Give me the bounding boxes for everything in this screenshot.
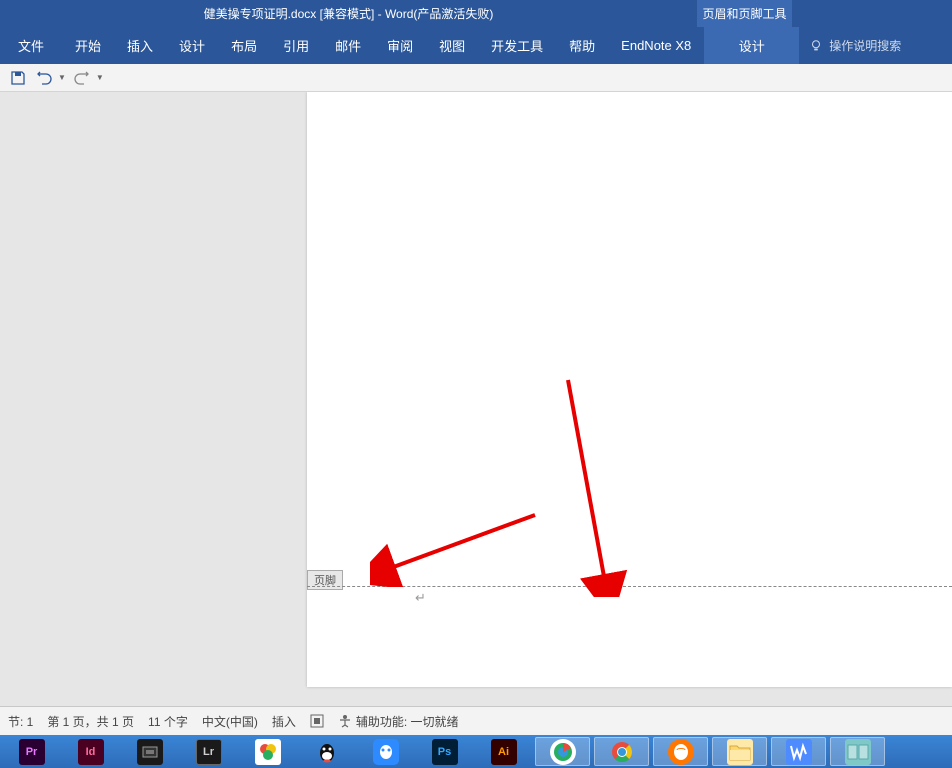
tab-insert[interactable]: 插入 xyxy=(114,27,166,64)
tab-header-footer-design[interactable]: 设计 xyxy=(704,27,799,64)
status-mode[interactable]: 插入 xyxy=(272,713,296,730)
taskbar: Pr Id Lr Ps Ai xyxy=(0,735,952,768)
document-page[interactable]: 页脚 ↵ xyxy=(307,92,952,687)
colorballs-icon xyxy=(255,739,281,765)
taskbar-baidu[interactable] xyxy=(358,737,413,766)
footer-boundary-line xyxy=(307,586,952,587)
chrome-icon xyxy=(609,739,635,765)
status-accessibility[interactable]: 辅助功能: 一切就绪 xyxy=(338,713,459,730)
qq-icon xyxy=(314,739,340,765)
status-language[interactable]: 中文(中国) xyxy=(202,713,258,730)
tell-me-search[interactable]: 操作说明搜索 xyxy=(809,37,901,54)
taskbar-media-encoder[interactable] xyxy=(122,737,177,766)
taskbar-indesign[interactable]: Id xyxy=(63,737,118,766)
footer-tag[interactable]: 页脚 xyxy=(307,570,343,590)
browser360-icon xyxy=(550,739,576,765)
status-section[interactable]: 节: 1 xyxy=(8,713,33,730)
photoshop-icon: Ps xyxy=(432,739,458,765)
taskbar-photoshop[interactable]: Ps xyxy=(417,737,472,766)
tell-me-label: 操作说明搜索 xyxy=(829,37,901,54)
taskbar-premiere[interactable]: Pr xyxy=(4,737,59,766)
tab-layout[interactable]: 布局 xyxy=(218,27,270,64)
taskbar-chrome[interactable] xyxy=(594,737,649,766)
taskbar-app-colorballs[interactable] xyxy=(240,737,295,766)
tab-file[interactable]: 文件 xyxy=(0,27,62,64)
quick-access-toolbar: ▼ ▼ xyxy=(0,64,952,92)
lightbulb-icon xyxy=(809,39,823,53)
undo-dropdown-icon[interactable]: ▼ xyxy=(58,73,66,82)
taskbar-file-explorer[interactable] xyxy=(712,737,767,766)
premiere-icon: Pr xyxy=(19,739,45,765)
accessibility-icon xyxy=(338,714,352,728)
statusbar: 节: 1 第 1 页，共 1 页 11 个字 中文(中国) 插入 辅助功能: 一… xyxy=(0,706,952,735)
reader-icon xyxy=(845,739,871,765)
taskbar-wps[interactable] xyxy=(771,737,826,766)
taskbar-reader[interactable] xyxy=(830,737,885,766)
qat-customize-dropdown-icon[interactable]: ▼ xyxy=(96,73,104,82)
taskbar-lightroom[interactable]: Lr xyxy=(181,737,236,766)
undo-button[interactable] xyxy=(34,68,54,88)
tab-references[interactable]: 引用 xyxy=(270,27,322,64)
tab-home[interactable]: 开始 xyxy=(62,27,114,64)
tab-help[interactable]: 帮助 xyxy=(556,27,608,64)
ribbon-tabs: 文件 开始 插入 设计 布局 引用 邮件 审阅 视图 开发工具 帮助 EndNo… xyxy=(0,27,952,64)
undo-icon xyxy=(36,70,52,86)
illustrator-icon: Ai xyxy=(491,739,517,765)
status-macro-icon[interactable] xyxy=(310,714,324,728)
macro-icon xyxy=(310,714,324,728)
save-icon xyxy=(10,70,26,86)
taskbar-illustrator[interactable]: Ai xyxy=(476,737,531,766)
redo-button[interactable] xyxy=(72,68,92,88)
baidu-icon xyxy=(373,739,399,765)
tab-design[interactable]: 设计 xyxy=(166,27,218,64)
encoder-icon xyxy=(137,739,163,765)
taskbar-qq[interactable] xyxy=(299,737,354,766)
window-title: 健美操专项证明.docx [兼容模式] - Word(产品激活失败) xyxy=(0,5,697,22)
lightroom-icon: Lr xyxy=(196,739,222,765)
tab-review[interactable]: 审阅 xyxy=(374,27,426,64)
tab-endnote[interactable]: EndNote X8 xyxy=(608,27,704,64)
uc-icon xyxy=(668,739,694,765)
save-button[interactable] xyxy=(8,68,28,88)
status-accessibility-label: 辅助功能: 一切就绪 xyxy=(356,713,459,730)
tab-developer[interactable]: 开发工具 xyxy=(478,27,556,64)
status-word-count[interactable]: 11 个字 xyxy=(148,713,188,730)
folder-icon xyxy=(727,739,753,765)
indesign-icon: Id xyxy=(78,739,104,765)
tab-view[interactable]: 视图 xyxy=(426,27,478,64)
context-tab-header-footer: 页眉和页脚工具 xyxy=(697,0,792,27)
redo-icon xyxy=(74,70,90,86)
wps-icon xyxy=(786,739,812,765)
status-page[interactable]: 第 1 页，共 1 页 xyxy=(47,713,134,730)
taskbar-360browser[interactable] xyxy=(535,737,590,766)
titlebar: 健美操专项证明.docx [兼容模式] - Word(产品激活失败) 页眉和页脚… xyxy=(0,0,952,27)
taskbar-uc[interactable] xyxy=(653,737,708,766)
paragraph-mark-icon: ↵ xyxy=(415,590,426,606)
document-workspace[interactable]: 页脚 ↵ xyxy=(0,92,952,706)
tab-mailings[interactable]: 邮件 xyxy=(322,27,374,64)
